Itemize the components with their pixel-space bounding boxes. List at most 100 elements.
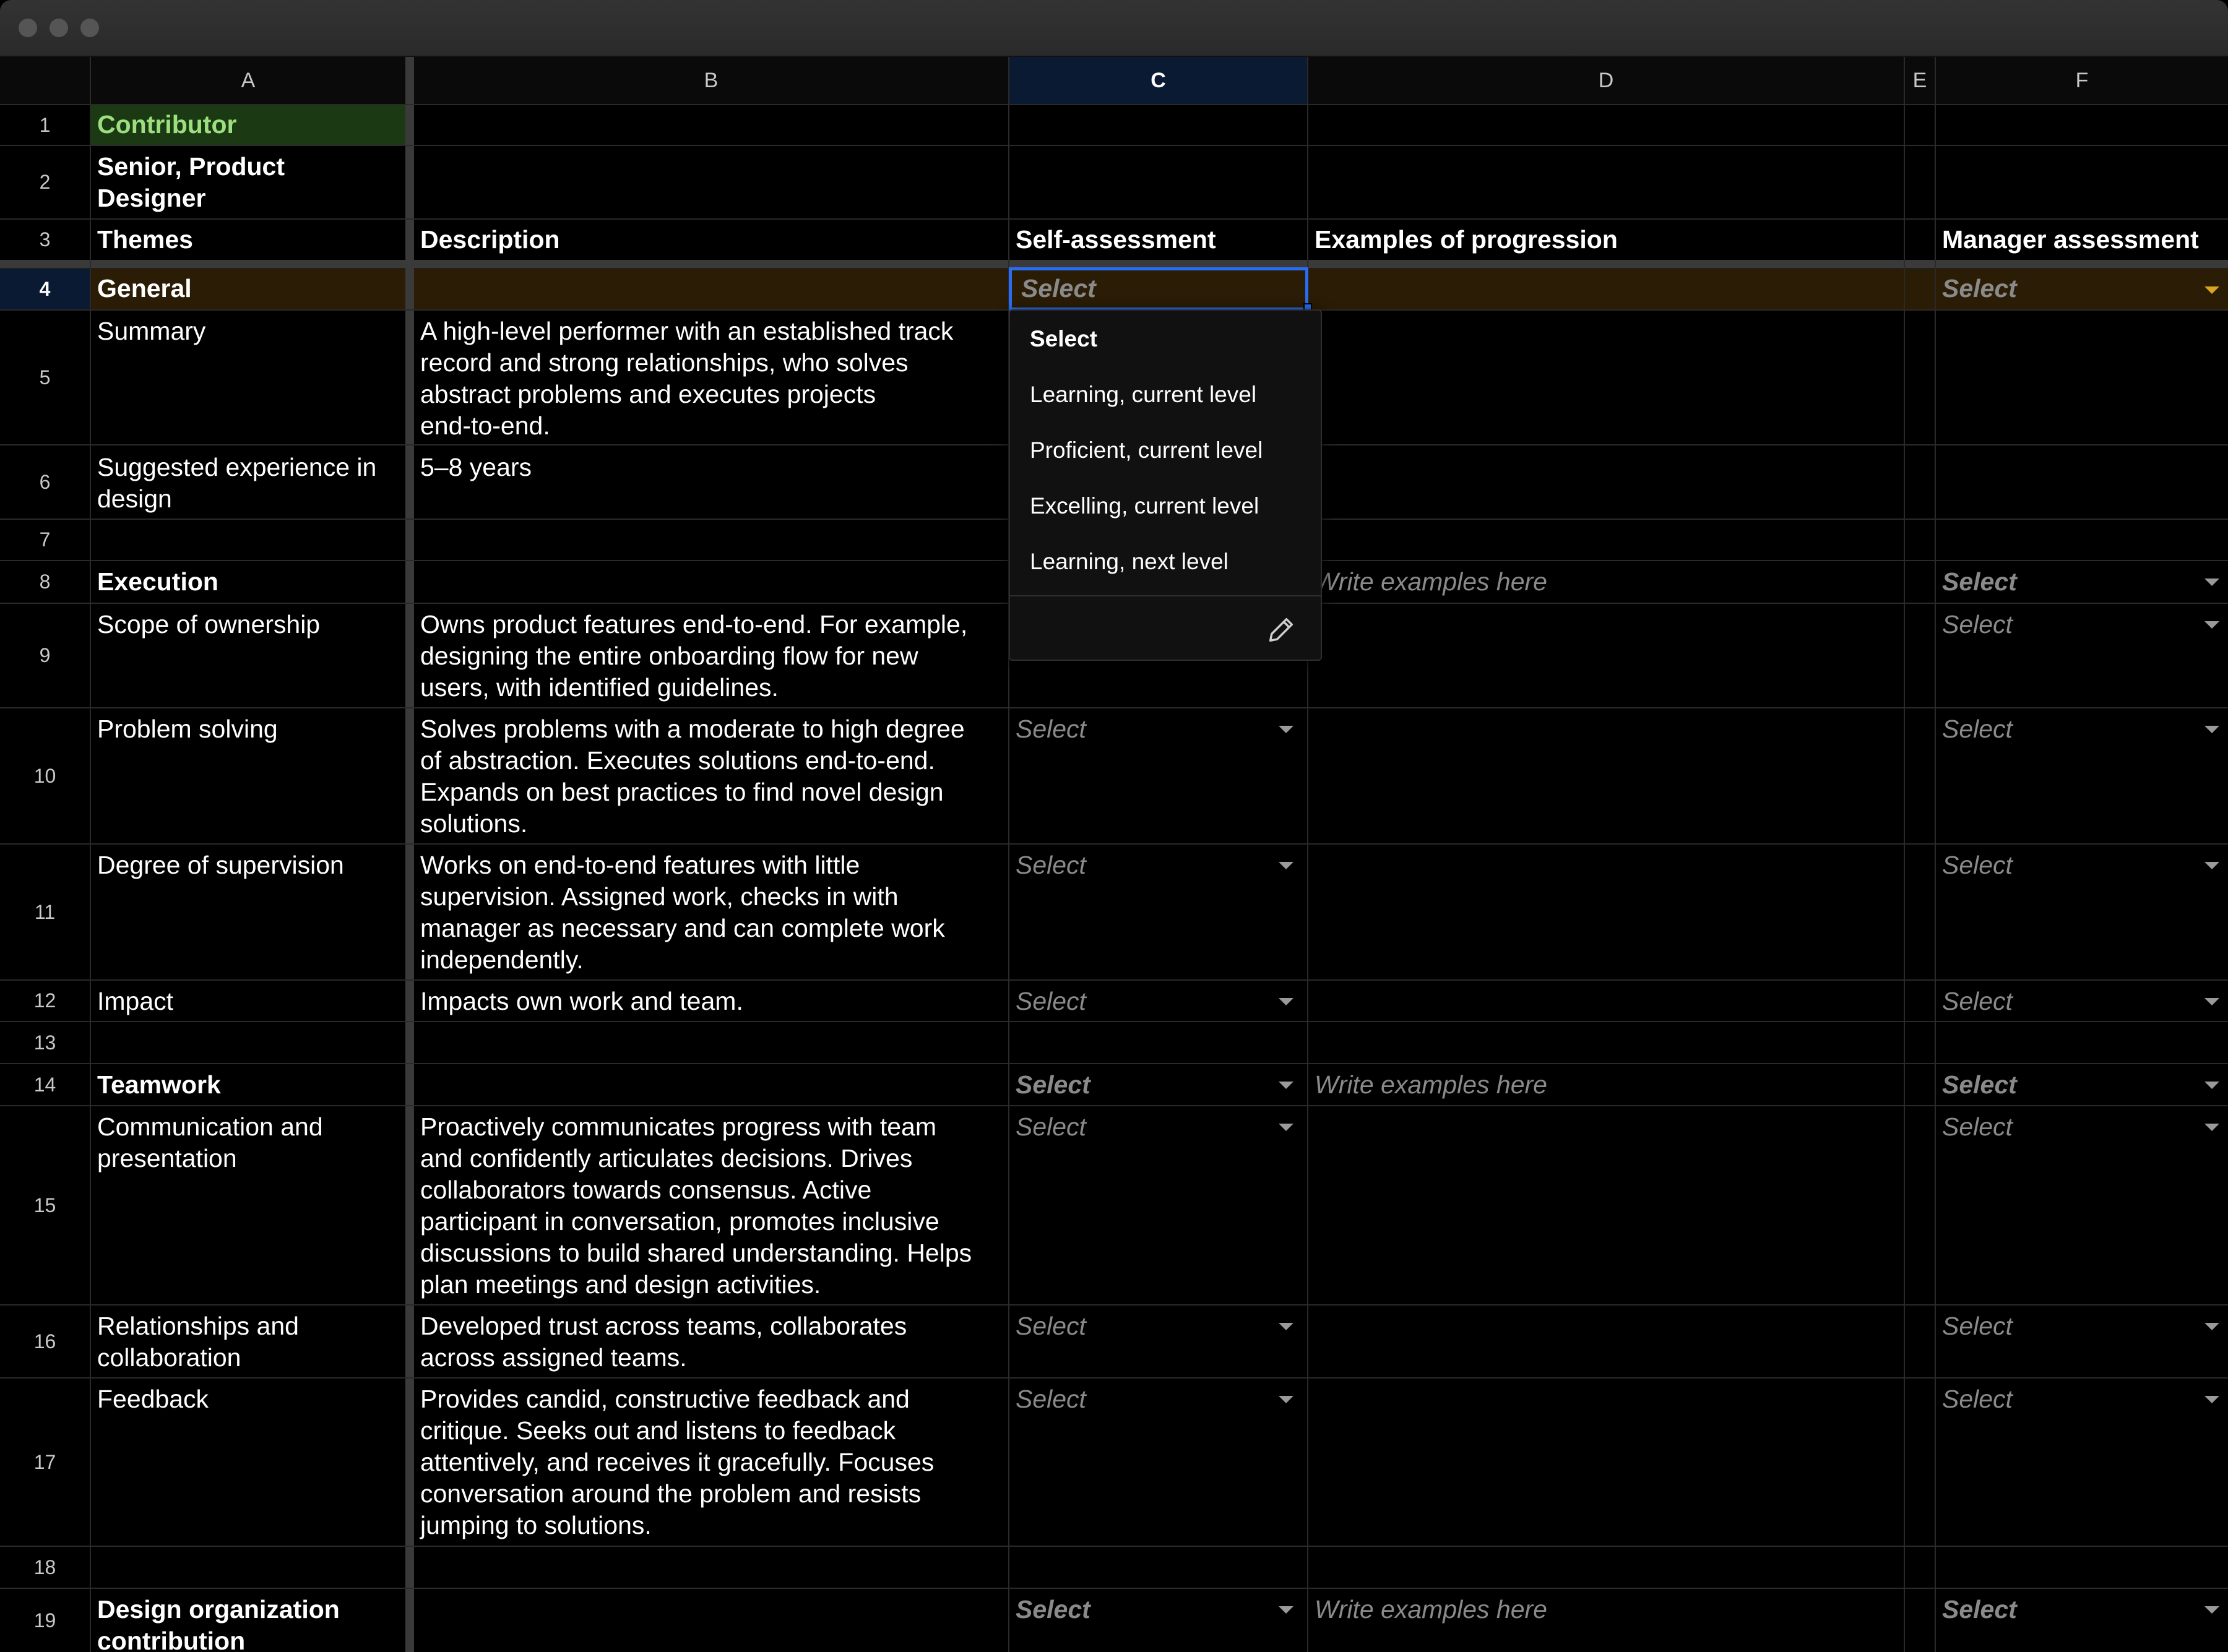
manager-select-teamwork[interactable]: Select: [1936, 1069, 2183, 1101]
description-summary-line4[interactable]: end-to-end.: [414, 410, 1008, 442]
dropdown-option-excelling-current[interactable]: Excelling, current level: [1030, 493, 1259, 520]
dropdown-arrow-icon[interactable]: [2204, 998, 2219, 1005]
minimize-window-button[interactable]: [50, 19, 68, 37]
self-assessment-header[interactable]: Self-assessment: [1009, 224, 1307, 256]
row-header-19[interactable]: 19: [0, 1589, 90, 1652]
row-header-10[interactable]: 10: [0, 708, 90, 843]
manager-select-scope[interactable]: Select: [1936, 609, 2183, 640]
select-all-corner[interactable]: [0, 57, 90, 104]
column-header-d[interactable]: D: [1308, 57, 1904, 104]
dropdown-arrow-icon[interactable]: [2204, 286, 2219, 294]
manager-select-general[interactable]: Select: [1936, 273, 2183, 304]
close-window-button[interactable]: [19, 19, 37, 37]
manager-select-feedback[interactable]: Select: [1936, 1383, 2183, 1415]
examples-header[interactable]: Examples of progression: [1308, 224, 1904, 256]
row-header-11[interactable]: 11: [0, 845, 90, 979]
description-comm-line3[interactable]: collaborators towards consensus. Active: [414, 1174, 1008, 1206]
self-select-supervision[interactable]: Select: [1009, 850, 1257, 881]
theme-summary[interactable]: Summary: [91, 316, 405, 347]
row-header-14[interactable]: 14: [0, 1064, 90, 1105]
description-experience[interactable]: 5–8 years: [414, 452, 1008, 483]
row-header-17[interactable]: 17: [0, 1379, 90, 1546]
dropdown-option-select[interactable]: Select: [1030, 325, 1097, 353]
description-impact[interactable]: Impacts own work and team.: [414, 986, 1008, 1017]
theme-scope[interactable]: Scope of ownership: [91, 609, 405, 640]
role-title[interactable]: Senior, Product: [91, 151, 405, 183]
description-comm-line5[interactable]: discussions to build shared understandin…: [414, 1237, 1008, 1269]
self-select-relationships[interactable]: Select: [1009, 1310, 1257, 1342]
row-header-3[interactable]: 3: [0, 220, 90, 260]
row-header-2[interactable]: 2: [0, 146, 90, 218]
dropdown-arrow-icon[interactable]: [1279, 998, 1293, 1005]
manager-assessment-header[interactable]: Manager assessment: [1936, 224, 2228, 256]
row-header-7[interactable]: 7: [0, 520, 90, 560]
theme-design-org-line2[interactable]: contribution: [91, 1625, 405, 1652]
self-select-impact[interactable]: Select: [1009, 986, 1257, 1017]
row-header-16[interactable]: 16: [0, 1306, 90, 1377]
theme-feedback[interactable]: Feedback: [91, 1383, 405, 1415]
dropdown-arrow-icon[interactable]: [1279, 1323, 1293, 1330]
manager-select-design-org[interactable]: Select: [1936, 1594, 2183, 1625]
row-header-12[interactable]: 12: [0, 981, 90, 1021]
dropdown-arrow-icon[interactable]: [1279, 1124, 1293, 1131]
row-header-1[interactable]: 1: [0, 105, 90, 145]
description-scope-line2[interactable]: designing the entire onboarding flow for…: [414, 640, 1008, 672]
dropdown-arrow-icon[interactable]: [2204, 726, 2219, 733]
pencil-icon[interactable]: [1265, 614, 1297, 646]
theme-problem-solving[interactable]: Problem solving: [91, 713, 405, 745]
theme-communication[interactable]: Communication and: [91, 1111, 405, 1143]
manager-select-supervision[interactable]: Select: [1936, 850, 2183, 881]
row-header-6[interactable]: 6: [0, 445, 90, 518]
row-header-5[interactable]: 5: [0, 311, 90, 444]
role-title-line2[interactable]: Designer: [91, 183, 405, 214]
theme-relationships[interactable]: Relationships and: [91, 1310, 405, 1342]
description-scope-line3[interactable]: users, with identified guidelines.: [414, 672, 1008, 703]
manager-select-relationships[interactable]: Select: [1936, 1310, 2183, 1342]
dropdown-option-learning-next[interactable]: Learning, next level: [1030, 548, 1228, 575]
description-feedback-line5[interactable]: jumping to solutions.: [414, 1510, 1008, 1541]
dropdown-option-learning-current[interactable]: Learning, current level: [1030, 381, 1256, 408]
dropdown-arrow-icon[interactable]: [2204, 1606, 2219, 1614]
theme-execution[interactable]: Execution: [91, 566, 405, 598]
themes-header[interactable]: Themes: [91, 224, 405, 256]
manager-select-communication[interactable]: Select: [1936, 1111, 2183, 1143]
manager-select-problem[interactable]: Select: [1936, 713, 2183, 745]
dropdown-arrow-icon[interactable]: [2204, 1082, 2219, 1089]
examples-input-design-org[interactable]: Write examples here: [1308, 1594, 1902, 1625]
theme-communication-line2[interactable]: presentation: [91, 1143, 405, 1174]
dropdown-arrow-icon[interactable]: [2204, 621, 2219, 629]
row-header-15[interactable]: 15: [0, 1106, 90, 1304]
description-scope-line1[interactable]: Owns product features end-to-end. For ex…: [414, 609, 1008, 640]
row-header-18[interactable]: 18: [0, 1547, 90, 1588]
self-select-teamwork[interactable]: Select: [1009, 1069, 1257, 1101]
dropdown-arrow-icon[interactable]: [1279, 1396, 1293, 1403]
dropdown-arrow-icon[interactable]: [1279, 1606, 1293, 1614]
column-header-f[interactable]: F: [1936, 57, 2228, 104]
theme-experience[interactable]: Suggested experience in: [91, 452, 405, 483]
column-header-a[interactable]: A: [91, 57, 405, 104]
theme-general[interactable]: General: [91, 273, 405, 304]
zoom-window-button[interactable]: [80, 19, 99, 37]
examples-input-teamwork[interactable]: Write examples here: [1308, 1069, 1902, 1101]
description-problem-line4[interactable]: solutions.: [414, 808, 1008, 840]
theme-impact[interactable]: Impact: [91, 986, 405, 1017]
row-header-9[interactable]: 9: [0, 604, 90, 707]
column-header-b[interactable]: B: [414, 57, 1008, 104]
dropdown-option-proficient-current[interactable]: Proficient, current level: [1030, 437, 1263, 464]
theme-relationships-line2[interactable]: collaboration: [91, 1342, 405, 1374]
row-header-8[interactable]: 8: [0, 561, 90, 603]
description-supervision-line4[interactable]: independently.: [414, 944, 1008, 976]
dropdown-arrow-icon[interactable]: [2204, 579, 2219, 586]
description-feedback-line2[interactable]: critique. Seeks out and listens to feedb…: [414, 1415, 1008, 1447]
self-select-feedback[interactable]: Select: [1009, 1383, 1257, 1415]
description-comm-line2[interactable]: and confidently articulates decisions. D…: [414, 1143, 1008, 1174]
active-cell-c4[interactable]: Select: [1009, 267, 1308, 311]
description-header[interactable]: Description: [414, 224, 1008, 256]
manager-select-impact[interactable]: Select: [1936, 986, 2183, 1017]
description-problem-line3[interactable]: Expands on best practices to find novel …: [414, 777, 1008, 808]
dropdown-arrow-icon[interactable]: [2204, 1323, 2219, 1330]
description-comm-line1[interactable]: Proactively communicates progress with t…: [414, 1111, 1008, 1143]
examples-input-execution[interactable]: Write examples here: [1308, 566, 1902, 598]
dropdown-arrow-icon[interactable]: [2204, 862, 2219, 869]
column-header-e[interactable]: E: [1905, 57, 1935, 104]
